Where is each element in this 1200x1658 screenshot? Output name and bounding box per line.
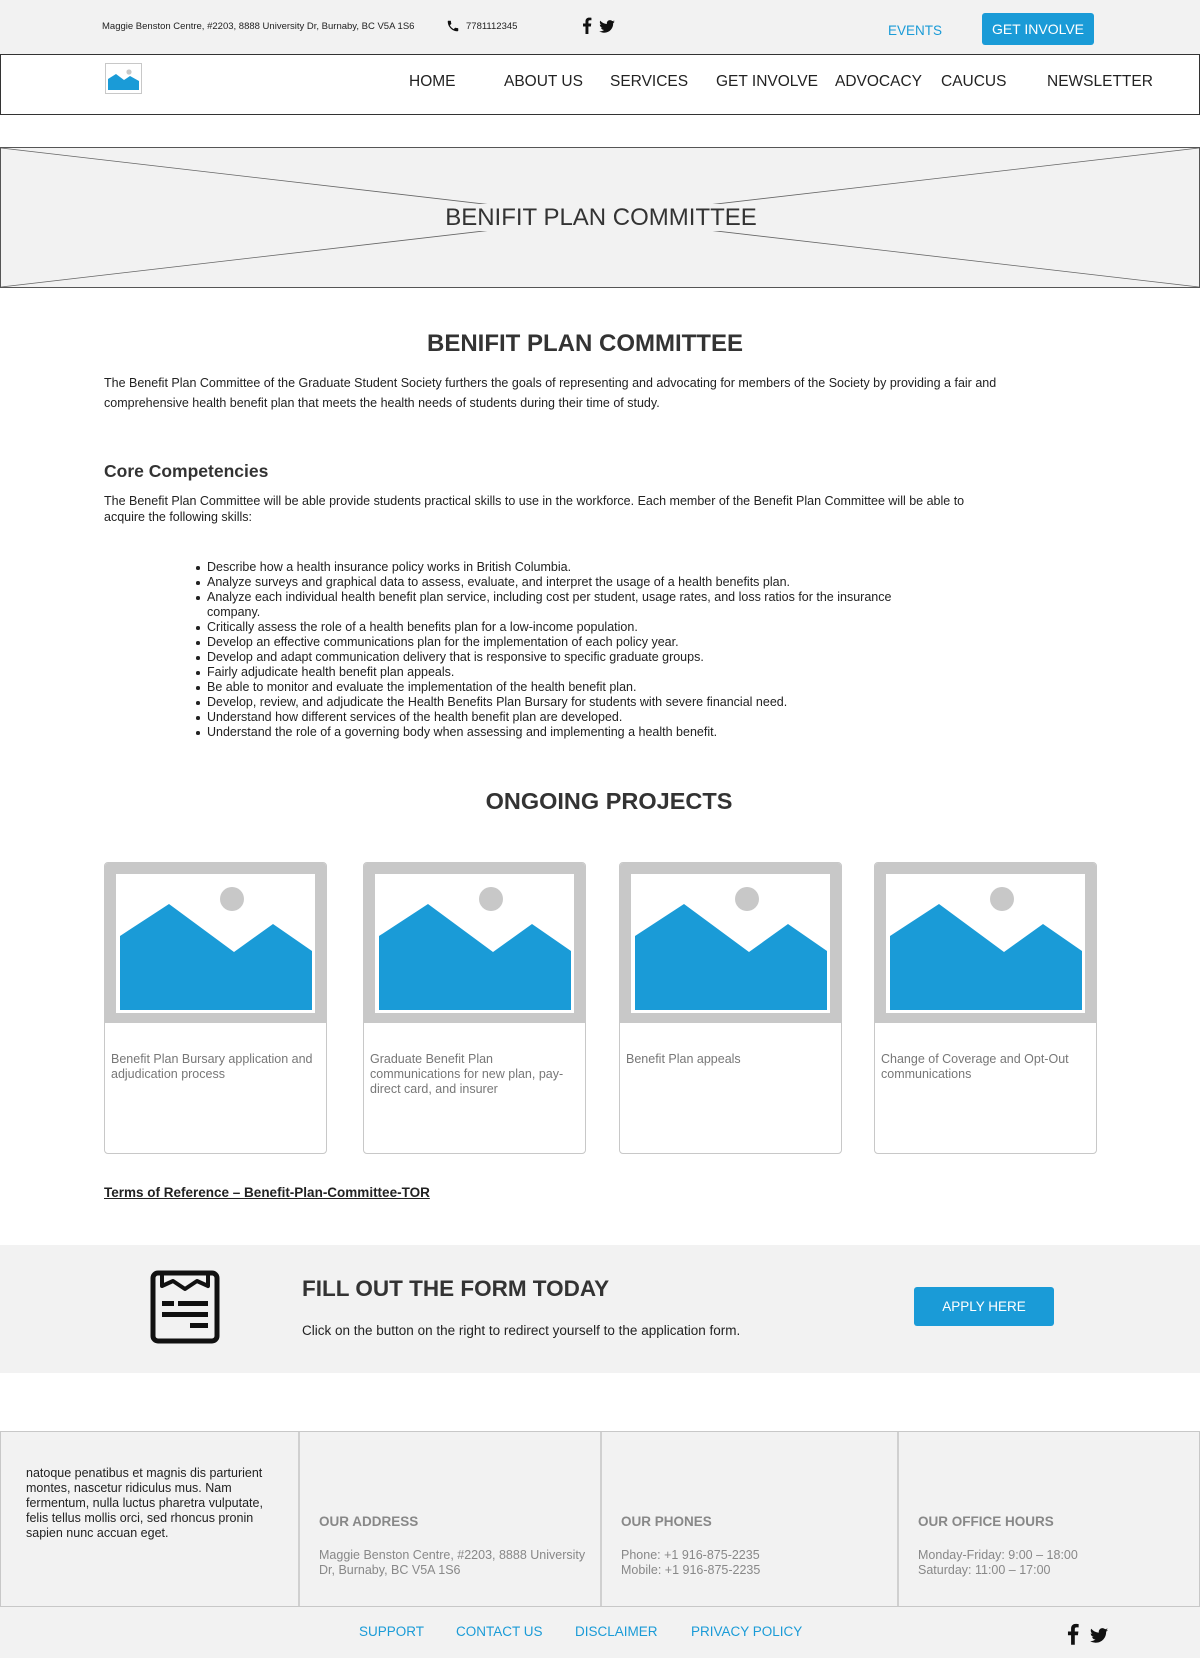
image-placeholder-icon bbox=[890, 887, 1082, 1010]
project-card[interactable]: Change of Coverage and Opt-Out communica… bbox=[874, 862, 1097, 1154]
footer-hours-weekday: Monday-Friday: 9:00 – 18:00 bbox=[918, 1548, 1078, 1562]
skill-item: Analyze each individual health benefit p… bbox=[196, 590, 927, 620]
nav-get-involve[interactable]: GET INVOLVE bbox=[716, 73, 818, 91]
project-caption: Benefit Plan Bursary application and adj… bbox=[111, 1052, 313, 1081]
skill-item: Be able to monitor and evaluate the impl… bbox=[196, 680, 927, 695]
image-placeholder-icon bbox=[120, 887, 312, 1010]
twitter-icon[interactable] bbox=[599, 20, 615, 33]
footer-address-column: OUR ADDRESS Maggie Benston Centre, #2203… bbox=[298, 1432, 600, 1606]
nav-home[interactable]: HOME bbox=[409, 73, 456, 91]
skill-item: Fairly adjudicate health benefit plan ap… bbox=[196, 665, 927, 680]
project-caption: Benefit Plan appeals bbox=[626, 1052, 741, 1066]
facebook-icon[interactable] bbox=[1067, 1623, 1079, 1645]
skill-item: Critically assess the role of a health b… bbox=[196, 620, 927, 635]
phone-icon bbox=[447, 20, 459, 32]
nav-caucus[interactable]: CAUCUS bbox=[941, 73, 1006, 91]
bottom-bar: SUPPORT CONTACT US DISCLAIMER PRIVACY PO… bbox=[0, 1607, 1200, 1658]
form-cta-band: FILL OUT THE FORM TODAY Click on the but… bbox=[0, 1245, 1200, 1373]
twitter-icon[interactable] bbox=[1090, 1628, 1108, 1643]
project-image-placeholder bbox=[105, 863, 326, 1023]
footer-hours-text: Monday-Friday: 9:00 – 18:00 Saturday: 11… bbox=[918, 1548, 1200, 1578]
footer-phones-heading: OUR PHONES bbox=[621, 1514, 712, 1529]
get-involve-button[interactable]: GET INVOLVE bbox=[982, 13, 1094, 45]
events-link[interactable]: EVENTS bbox=[888, 23, 942, 38]
contact-us-link[interactable]: CONTACT US bbox=[456, 1624, 543, 1639]
image-placeholder-icon bbox=[635, 887, 827, 1010]
intro-paragraph: The Benefit Plan Committee of the Gradua… bbox=[104, 376, 997, 410]
terms-of-reference-link[interactable]: Terms of Reference – Benefit-Plan-Commit… bbox=[104, 1185, 430, 1200]
project-image-placeholder bbox=[364, 863, 585, 1023]
skill-item: Understand how different services of the… bbox=[196, 710, 927, 725]
core-competencies-text: The Benefit Plan Committee will be able … bbox=[104, 494, 965, 524]
skill-item: Understand the role of a governing body … bbox=[196, 725, 927, 740]
footer-phones-text: Phone: +1 916-875-2235 Mobile: +1 916-87… bbox=[621, 1548, 906, 1578]
footer-address-text: Maggie Benston Centre, #2203, 8888 Unive… bbox=[319, 1548, 586, 1577]
page-title: BENIFIT PLAN COMMITTEE bbox=[427, 330, 743, 357]
form-cta-description: Click on the button on the right to redi… bbox=[302, 1323, 741, 1338]
core-competencies-heading: Core Competencies bbox=[104, 461, 269, 481]
form-document-icon bbox=[150, 1270, 220, 1344]
nav-services[interactable]: SERVICES bbox=[610, 73, 688, 91]
footer-phones-column: OUR PHONES Phone: +1 916-875-2235 Mobile… bbox=[600, 1432, 897, 1606]
nav-advocacy[interactable]: ADVOCACY bbox=[835, 73, 922, 91]
top-phone: 7781112345 bbox=[466, 21, 518, 32]
nav-about-us[interactable]: ABOUT US bbox=[504, 73, 583, 91]
project-card[interactable]: Graduate Benefit Plan communications for… bbox=[363, 862, 586, 1154]
footer-about-text: natoque penatibus et magnis dis parturie… bbox=[26, 1466, 263, 1540]
project-card[interactable]: Benefit Plan Bursary application and adj… bbox=[104, 862, 327, 1154]
top-bar: Maggie Benston Centre, #2203, 8888 Unive… bbox=[0, 0, 1200, 54]
project-caption: Change of Coverage and Opt-Out communica… bbox=[881, 1052, 1069, 1081]
logo-image-icon[interactable] bbox=[105, 63, 142, 94]
disclaimer-link[interactable]: DISCLAIMER bbox=[575, 1624, 658, 1639]
support-link[interactable]: SUPPORT bbox=[359, 1624, 424, 1639]
skill-item: Develop an effective communications plan… bbox=[196, 635, 927, 650]
skill-item: Analyze surveys and graphical data to as… bbox=[196, 575, 927, 590]
footer-hours-saturday: Saturday: 11:00 – 17:00 bbox=[918, 1563, 1051, 1577]
project-caption: Graduate Benefit Plan communications for… bbox=[370, 1052, 564, 1096]
footer-about-column: natoque penatibus et magnis dis parturie… bbox=[1, 1432, 298, 1606]
skill-item: Describe how a health insurance policy w… bbox=[196, 560, 927, 575]
project-card[interactable]: Benefit Plan appeals bbox=[619, 862, 842, 1154]
image-placeholder-icon bbox=[379, 887, 571, 1010]
facebook-icon[interactable] bbox=[582, 17, 592, 34]
skill-item: Develop, review, and adjudicate the Heal… bbox=[196, 695, 927, 710]
footer-address-heading: OUR ADDRESS bbox=[319, 1514, 419, 1529]
footer: natoque penatibus et magnis dis parturie… bbox=[0, 1431, 1200, 1607]
footer-mobile-line: Mobile: +1 916-875-2235 bbox=[621, 1563, 761, 1577]
top-address: Maggie Benston Centre, #2203, 8888 Unive… bbox=[102, 21, 415, 32]
footer-phone-line: Phone: +1 916-875-2235 bbox=[621, 1548, 760, 1562]
skills-list: Describe how a health insurance policy w… bbox=[196, 560, 927, 740]
nav-newsletter[interactable]: NEWSLETTER bbox=[1047, 73, 1153, 91]
footer-hours-heading: OUR OFFICE HOURS bbox=[918, 1514, 1054, 1529]
form-cta-title: FILL OUT THE FORM TODAY bbox=[302, 1276, 610, 1301]
project-image-placeholder bbox=[620, 863, 841, 1023]
project-image-placeholder bbox=[875, 863, 1096, 1023]
hero-banner: BENIFIT PLAN COMMITTEE bbox=[0, 147, 1200, 288]
privacy-policy-link[interactable]: PRIVACY POLICY bbox=[691, 1624, 802, 1639]
skill-item: Develop and adapt communication delivery… bbox=[196, 650, 927, 665]
hero-title: BENIFIT PLAN COMMITTEE bbox=[1, 204, 1200, 232]
main-nav: HOME ABOUT US SERVICES GET INVOLVE ADVOC… bbox=[0, 54, 1200, 115]
ongoing-projects-heading: ONGOING PROJECTS bbox=[485, 788, 733, 814]
apply-here-button[interactable]: APPLY HERE bbox=[914, 1287, 1054, 1326]
footer-hours-column: OUR OFFICE HOURS Monday-Friday: 9:00 – 1… bbox=[897, 1432, 1199, 1606]
